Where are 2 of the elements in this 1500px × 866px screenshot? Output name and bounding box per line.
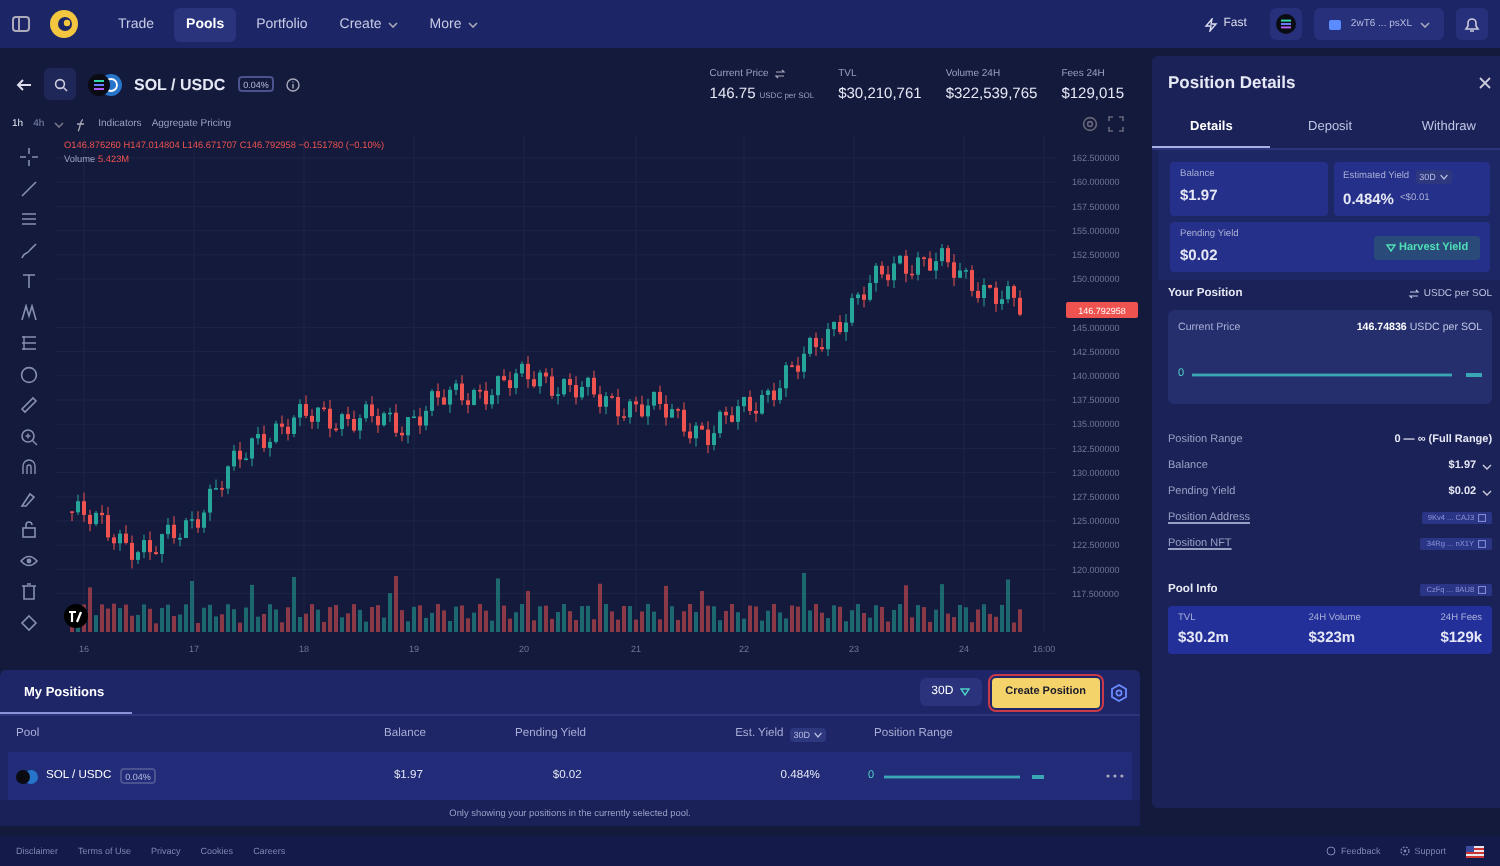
- panel-title: Position Details: [1168, 72, 1296, 92]
- pair-name: SOL / USDC: [134, 75, 226, 93]
